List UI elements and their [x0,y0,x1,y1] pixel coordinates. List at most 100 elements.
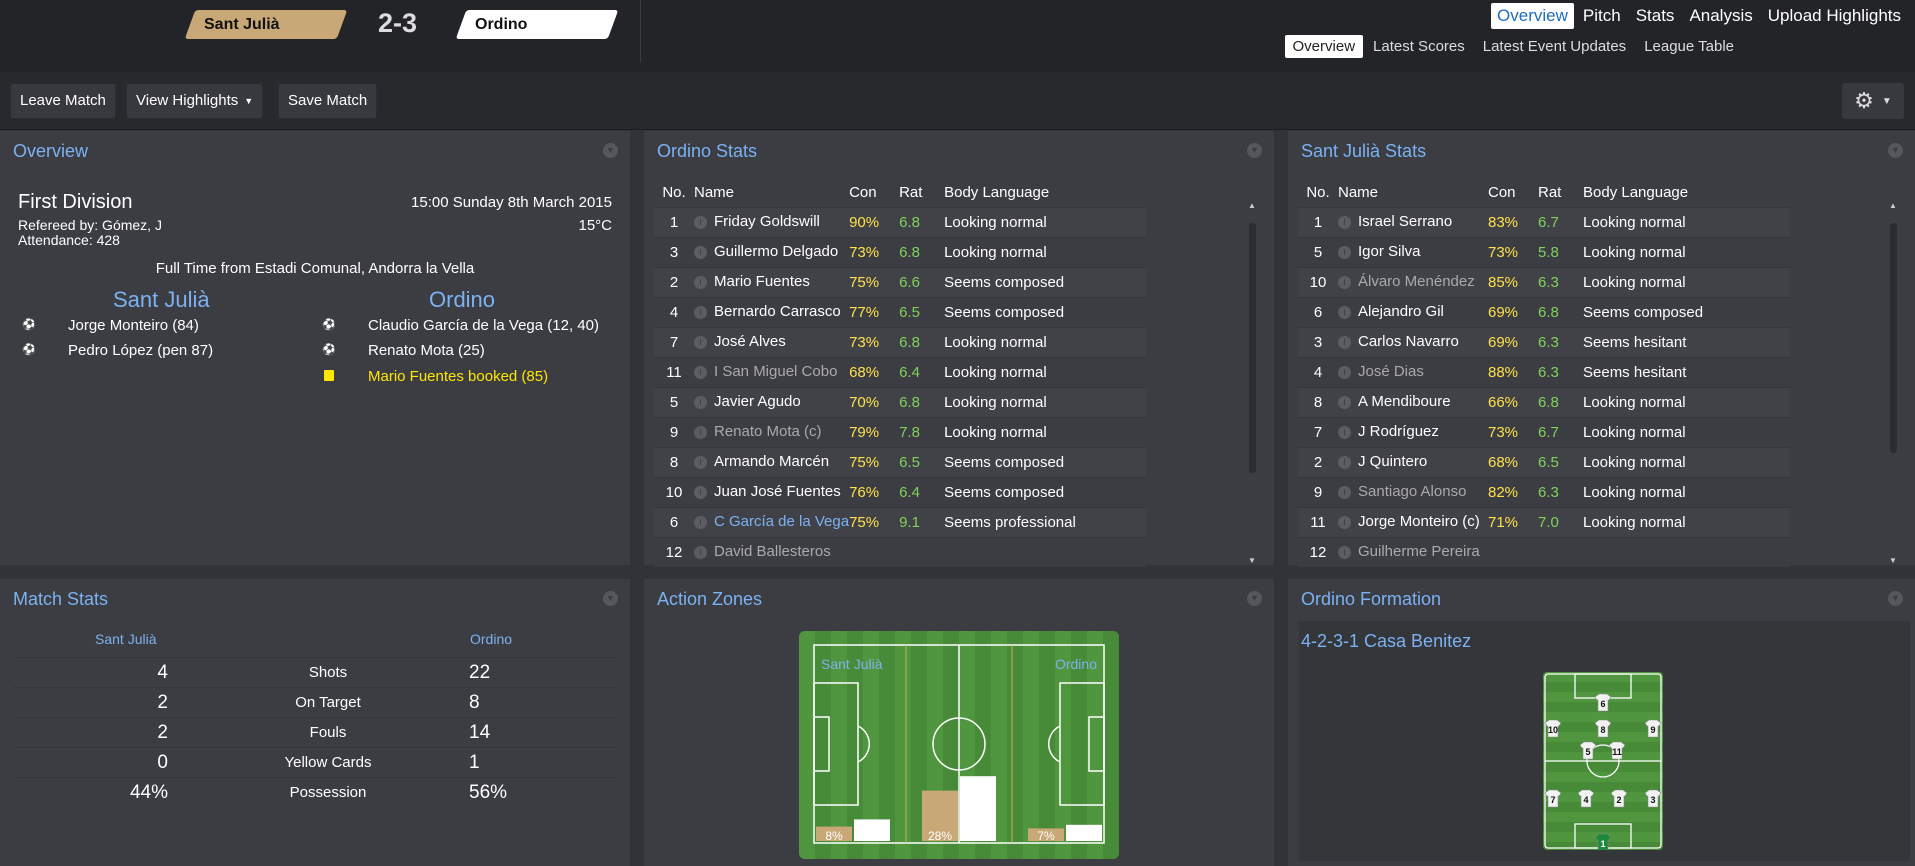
col-body-language[interactable]: Body Language [944,179,1146,207]
scrollbar[interactable]: ▲ ▼ [1248,201,1256,565]
table-row[interactable]: 1 i Israel Serrano 83% 6.7 Looking normal [1298,206,1790,237]
info-icon[interactable]: i [694,275,707,289]
info-icon[interactable]: i [1338,455,1351,469]
info-icon[interactable]: i [1338,485,1351,499]
subnav-league-table[interactable]: League Table [1636,35,1742,58]
col-con[interactable]: Con [849,179,899,207]
player-name[interactable]: i José Alves [694,326,850,357]
info-icon[interactable]: i [694,455,707,469]
subnav-overview[interactable]: Overview [1284,35,1364,58]
scroll-down-icon[interactable]: ▼ [1889,556,1897,565]
table-row[interactable]: 10 i Juan José Fuentes 76% 6.4 Seems composed [654,476,1146,507]
info-icon[interactable]: i [694,365,707,379]
info-icon[interactable]: i [1338,425,1351,439]
away-goal-event[interactable]: Renato Mota (25) [368,342,485,359]
col-rat[interactable]: Rat [1538,179,1583,207]
col-body-language[interactable]: Body Language [1583,179,1790,207]
table-row[interactable]: 4 i José Dias 88% 6.3 Seems hesitant [1298,356,1790,387]
table-row[interactable]: 1 i Friday Goldswill 90% 6.8 Looking normal [654,206,1146,237]
col-no[interactable]: No. [654,179,694,207]
table-row[interactable]: 8i A Mendiboure 66% 6.8 Looking normal [1298,386,1790,417]
player-name[interactable]: i Carlos Navarro [1338,326,1488,357]
table-row[interactable]: 5 i Javier Agudo 70% 6.8 Looking normal [654,386,1146,417]
subnav-latest-event-updates[interactable]: Latest Event Updates [1475,35,1634,58]
table-row[interactable]: 7i J Rodríguez 73% 6.7 Looking normal [1298,416,1790,447]
info-icon[interactable]: i [694,485,707,499]
table-row[interactable]: 7 i José Alves 73% 6.8 Looking normal [654,326,1146,357]
col-name[interactable]: Name [1338,179,1488,207]
scroll-up-icon[interactable]: ▲ [1889,201,1897,210]
col-name[interactable]: Name [694,179,849,207]
player-name[interactable]: i Igor Silva [1338,236,1488,267]
collapse-icon[interactable]: ▼ [603,143,618,158]
info-icon[interactable]: i [694,215,707,229]
scroll-up-icon[interactable]: ▲ [1248,201,1256,210]
player-name[interactable]: i Guillermo Delgado [694,236,850,267]
settings-button[interactable]: ⚙ ▼ [1842,83,1904,119]
player-name[interactable]: i Álvaro Menéndez [1338,266,1488,297]
player-name[interactable]: i David Ballesteros [694,536,850,567]
home-goal-event[interactable]: Jorge Monteiro (84) [68,317,199,334]
col-no[interactable]: No. [1298,179,1338,207]
table-row[interactable]: 2i J Quintero 68% 6.5 Looking normal [1298,446,1790,477]
info-icon[interactable]: i [694,425,707,439]
info-icon[interactable]: i [694,395,707,409]
nav-pitch[interactable]: Pitch [1577,3,1627,29]
table-row[interactable]: 12 i Guilherme Pereira [1298,536,1790,567]
collapse-icon[interactable]: ▼ [1247,591,1262,606]
player-name[interactable]: i I San Miguel Cobo [694,356,850,387]
table-row[interactable]: 8 i Armando Marcén 75% 6.5 Seems composed [654,446,1146,477]
col-rat[interactable]: Rat [899,179,944,207]
nav-stats[interactable]: Stats [1630,3,1681,29]
scroll-thumb[interactable] [1890,223,1897,453]
table-row[interactable]: 9 i Renato Mota (c) 79% 7.8 Looking normal [654,416,1146,447]
player-name[interactable]: i Guilherme Pereira [1338,536,1488,567]
home-team-tag[interactable]: Sant Julià [184,10,348,39]
info-icon[interactable]: i [1338,215,1351,229]
away-team-tag[interactable]: Ordino [455,10,619,39]
nav-overview[interactable]: Overview [1491,3,1574,29]
info-icon[interactable]: i [694,245,707,259]
table-row[interactable]: 6 i Alejandro Gil 69% 6.8 Seems composed [1298,296,1790,327]
info-icon[interactable]: i [1338,335,1351,349]
info-icon[interactable]: i [694,515,707,529]
player-name[interactable]: i Mario Fuentes [694,266,850,297]
away-booking-event[interactable]: Mario Fuentes booked (85) [368,368,548,385]
table-row[interactable]: 11 i I San Miguel Cobo 68% 6.4 Looking normal [654,356,1146,387]
table-row[interactable]: 4 i Bernardo Carrasco 77% 6.5 Seems composed [654,296,1146,327]
nav-upload-highlights[interactable]: Upload Highlights [1762,3,1907,29]
info-icon[interactable]: i [1338,365,1351,379]
table-row[interactable]: 10 i Álvaro Menéndez 85% 6.3 Looking normal [1298,266,1790,297]
leave-match-button[interactable]: Leave Match [10,83,116,119]
table-row[interactable]: 12 i David Ballesteros [654,536,1146,567]
player-name[interactable]: i Armando Marcén [694,446,850,477]
view-highlights-button[interactable]: View Highlights ▼ [126,83,264,119]
save-match-button[interactable]: Save Match [278,83,378,119]
info-icon[interactable]: i [1338,395,1351,409]
home-goal-event[interactable]: Pedro López (pen 87) [68,342,213,359]
table-row[interactable]: 5 i Igor Silva 73% 5.8 Looking normal [1298,236,1790,267]
table-row[interactable]: 9 i Santiago Alonso 82% 6.3 Looking normal [1298,476,1790,507]
info-icon[interactable]: i [694,305,707,319]
info-icon[interactable]: i [1338,275,1351,289]
player-name[interactable]: i J Quintero [1338,446,1488,477]
player-name[interactable]: i Alejandro Gil [1338,296,1488,327]
player-name[interactable]: i Javier Agudo [694,386,850,417]
info-icon[interactable]: i [694,335,707,349]
player-name[interactable]: i Santiago Alonso [1338,476,1488,507]
player-name[interactable]: i Renato Mota (c) [694,416,850,447]
scroll-down-icon[interactable]: ▼ [1248,556,1256,565]
player-name[interactable]: i José Dias [1338,356,1488,387]
collapse-icon[interactable]: ▼ [1247,143,1262,158]
player-name[interactable]: i A Mendiboure [1338,386,1488,417]
table-row[interactable]: 11 i Jorge Monteiro (c) 71% 7.0 Looking norma… [1298,506,1790,537]
info-icon[interactable]: i [1338,245,1351,259]
scroll-thumb[interactable] [1249,223,1256,473]
player-name[interactable]: i J Rodríguez [1338,416,1488,447]
player-name[interactable]: i Juan José Fuentes [694,476,850,507]
table-row[interactable]: 3 i Guillermo Delgado 73% 6.8 Looking normal [654,236,1146,267]
away-goal-event[interactable]: Claudio García de la Vega (12, 40) [368,317,599,334]
player-name[interactable]: i Friday Goldswill [694,206,850,237]
table-row[interactable]: 3 i Carlos Navarro 69% 6.3 Seems hesitant [1298,326,1790,357]
scrollbar[interactable]: ▲ ▼ [1889,201,1897,565]
